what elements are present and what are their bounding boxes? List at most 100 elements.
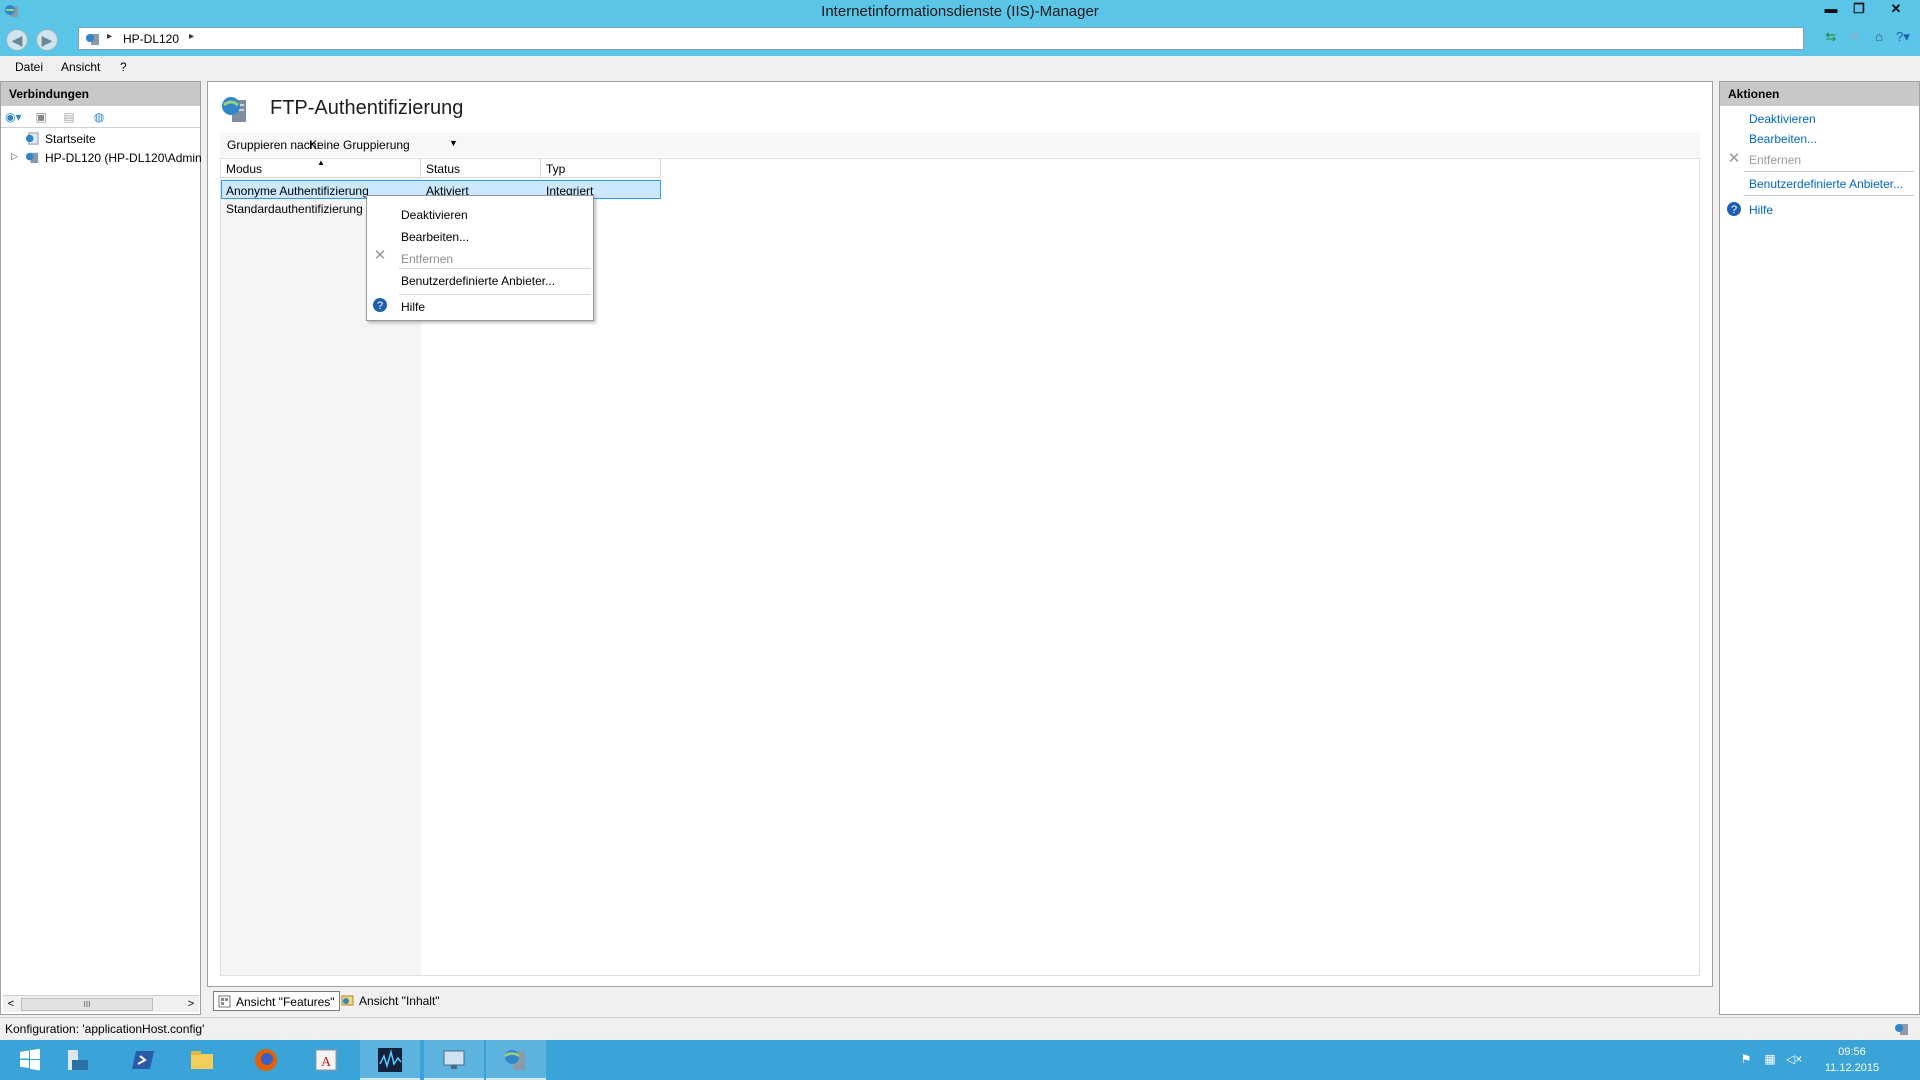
address-bar[interactable]: ▸ HP-DL120 ▸ xyxy=(78,27,1804,50)
group-by-bar: Gruppieren nach: Keine Gruppierung ▼ xyxy=(220,132,1700,156)
column-header-mode[interactable]: Modus ▲ xyxy=(221,158,421,178)
tab-features-view[interactable]: Ansicht "Features" xyxy=(213,991,340,1011)
minimize-button[interactable]: ▬ xyxy=(1818,0,1844,20)
system-tray: ⚑ ▦ ◁× 09:56 11.12.2015 xyxy=(1732,1040,1912,1080)
group-by-select[interactable]: Keine Gruppierung xyxy=(309,138,410,152)
group-by-label: Gruppieren nach: xyxy=(227,138,320,152)
column-header-status[interactable]: Status xyxy=(421,159,541,178)
volume-muted-icon[interactable]: ◁× xyxy=(1786,1052,1802,1068)
cell-mode: Standardauthentifizierung xyxy=(226,202,363,216)
ctx-help[interactable]: Hilfe xyxy=(401,300,425,314)
taskbar-powershell[interactable] xyxy=(114,1040,174,1080)
menu-bar: Datei Ansicht ? xyxy=(0,56,1920,79)
remote-desktop-icon xyxy=(443,1050,465,1069)
taskbar-remote-desktop[interactable] xyxy=(424,1040,484,1080)
back-button[interactable]: ◀ xyxy=(6,29,28,51)
home-icon[interactable]: ⌂ xyxy=(1870,28,1888,46)
remove-x-icon: ✕ xyxy=(1727,150,1741,167)
expand-arrow-icon[interactable]: ▷ xyxy=(11,151,18,162)
context-menu: Deaktivieren Bearbeiten... ✕ Entfernen B… xyxy=(366,195,594,321)
features-view-icon xyxy=(218,995,231,1008)
scroll-left-icon[interactable]: < xyxy=(3,997,19,1012)
view-tabs: Ansicht "Features" Ansicht "Inhalt" xyxy=(207,989,1713,1013)
title-bar: Internetinformationsdienste (IIS)-Manage… xyxy=(0,0,1920,22)
tab-content-view[interactable]: Ansicht "Inhalt" xyxy=(337,991,444,1011)
ctx-deactivate[interactable]: Deaktivieren xyxy=(401,208,468,222)
connect-icon[interactable]: ⇆ xyxy=(1822,28,1840,46)
network-icon[interactable]: ▦ xyxy=(1762,1052,1778,1068)
svg-text:A: A xyxy=(321,1055,332,1070)
breadcrumb-separator[interactable]: ▸ xyxy=(189,31,194,42)
help-circle-icon: ? xyxy=(1727,202,1741,216)
startpage-icon xyxy=(25,132,39,145)
column-header-label: Typ xyxy=(546,162,566,176)
action-help[interactable]: Hilfe xyxy=(1749,203,1773,217)
connections-panel: Verbindungen ◉▾ ▣ ▤ ◍ Startseite ▷ HP-DL… xyxy=(0,81,202,1015)
connect-globe-icon[interactable]: ◉▾ xyxy=(5,109,22,125)
taskbar-firefox[interactable] xyxy=(236,1040,296,1080)
stop-icon[interactable]: ✕ xyxy=(1846,28,1864,46)
iis-manager-icon xyxy=(504,1050,525,1070)
tree-item-label: HP-DL120 (HP-DL120\Admin xyxy=(45,151,202,165)
cell-mode: Anonyme Authentifizierung xyxy=(226,184,369,198)
menu-file[interactable]: Datei xyxy=(15,60,43,74)
save-icon[interactable]: ▣ xyxy=(33,109,49,125)
menu-help[interactable]: ? xyxy=(120,60,127,74)
server-icon xyxy=(86,34,99,45)
taskbar-filezilla[interactable]: A xyxy=(296,1040,356,1080)
scroll-right-icon[interactable]: > xyxy=(183,997,199,1012)
nav-toolbar: ⇆ ✕ ⌂ ?▾ xyxy=(1822,28,1912,50)
firefox-icon xyxy=(255,1049,277,1071)
help-icon[interactable]: ?▾ xyxy=(1894,28,1912,46)
column-header-label: Modus xyxy=(226,162,263,176)
ctx-custom-providers[interactable]: Benutzerdefinierte Anbieter... xyxy=(401,274,555,288)
connections-toolbar: ◉▾ ▣ ▤ ◍ xyxy=(1,106,200,128)
gridvis-icon xyxy=(378,1048,402,1072)
sort-ascending-icon: ▲ xyxy=(317,158,325,167)
horizontal-scrollbar[interactable]: < III > xyxy=(3,995,199,1012)
restore-button[interactable]: ❐ xyxy=(1846,0,1872,20)
ctx-remove: Entfernen xyxy=(401,252,454,266)
forward-button[interactable]: ▶ xyxy=(36,29,58,51)
content-view-icon xyxy=(341,995,354,1006)
ctx-edit[interactable]: Bearbeiten... xyxy=(401,230,469,244)
up-icon[interactable]: ▤ xyxy=(61,109,77,125)
remove-x-icon: ✕ xyxy=(373,247,387,264)
status-bar: Konfiguration: 'applicationHost.config' xyxy=(0,1017,1920,1039)
connections-header: Verbindungen xyxy=(1,82,200,106)
navigation-bar: ◀ ▶ ▸ HP-DL120 ▸ ⇆ ✕ ⌂ ?▾ xyxy=(0,22,1920,56)
action-edit[interactable]: Bearbeiten... xyxy=(1749,132,1817,146)
close-button[interactable]: ✕ xyxy=(1881,0,1911,20)
actions-separator xyxy=(1744,171,1914,172)
breadcrumb-separator[interactable]: ▸ xyxy=(107,31,112,42)
taskbar-iis-manager[interactable] xyxy=(486,1040,546,1080)
powershell-icon xyxy=(132,1051,154,1069)
help-circle-icon: ? xyxy=(373,298,387,312)
svg-text:?: ? xyxy=(377,300,383,312)
column-header-type[interactable]: Typ xyxy=(541,159,661,178)
actions-header: Aktionen xyxy=(1720,82,1919,106)
tab-label: Ansicht "Inhalt" xyxy=(359,994,440,1008)
action-custom-providers[interactable]: Benutzerdefinierte Anbieter... xyxy=(1749,177,1903,191)
clock-date[interactable]: 11.12.2015 xyxy=(1812,1062,1892,1074)
action-center-flag-icon[interactable]: ⚑ xyxy=(1738,1052,1754,1068)
chevron-down-icon[interactable]: ▼ xyxy=(449,138,458,148)
server-icon xyxy=(25,152,39,164)
tree-item-label: Startseite xyxy=(45,132,96,146)
taskbar-gridvis[interactable] xyxy=(360,1040,420,1080)
action-remove: Entfernen xyxy=(1749,153,1802,167)
menu-separator xyxy=(399,268,591,269)
menu-view[interactable]: Ansicht xyxy=(61,60,100,74)
taskbar-server-manager[interactable] xyxy=(48,1040,108,1080)
actions-panel: Aktionen Deaktivieren Bearbeiten... ✕ En… xyxy=(1719,81,1920,1015)
breadcrumb-server[interactable]: HP-DL120 xyxy=(123,32,179,46)
window-title: Internetinformationsdienste (IIS)-Manage… xyxy=(821,3,1099,20)
taskbar-explorer[interactable] xyxy=(172,1040,232,1080)
action-deactivate[interactable]: Deaktivieren xyxy=(1749,112,1816,126)
delete-connection-icon[interactable]: ◍ xyxy=(91,109,107,125)
scroll-thumb[interactable]: III xyxy=(21,998,153,1011)
page-title: FTP-Authentifizierung xyxy=(270,97,464,119)
clock-time[interactable]: 09:56 xyxy=(1812,1046,1892,1058)
taskbar: A ⚑ ▦ ◁× 09:56 11.12.2015 xyxy=(0,1040,1920,1080)
ftp-auth-icon xyxy=(222,97,246,122)
